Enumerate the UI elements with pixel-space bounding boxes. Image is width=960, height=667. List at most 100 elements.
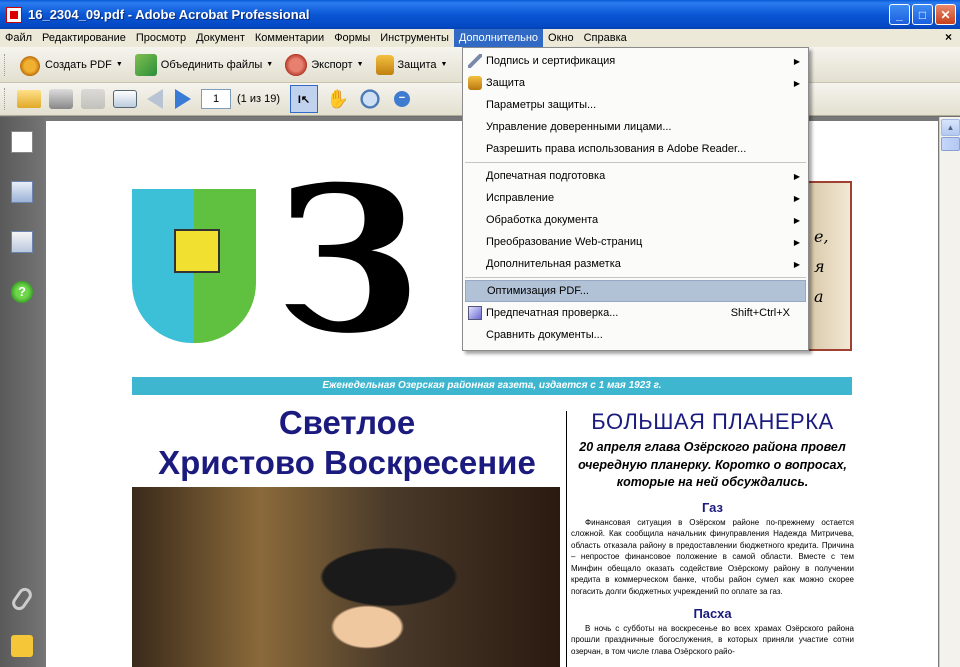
export-icon xyxy=(285,53,308,76)
zoom-out-icon[interactable]: − xyxy=(393,91,410,107)
submenu-arrow-icon: ▶ xyxy=(793,237,800,247)
create-pdf-button[interactable]: Создать PDF ▼ xyxy=(13,52,129,78)
signatures-icon[interactable] xyxy=(11,231,33,253)
menu-item-label: Обработка документа xyxy=(486,214,599,226)
create-pdf-icon xyxy=(19,53,41,76)
submenu-arrow-icon: ▶ xyxy=(793,215,800,225)
menu-file[interactable]: Файл xyxy=(0,29,37,47)
menu-item-optimize-pdf[interactable]: Оптимизация PDF... xyxy=(465,280,806,302)
toolbar-grip[interactable] xyxy=(4,88,7,110)
menu-item-label: Дополнительная разметка xyxy=(486,258,621,270)
menu-item-label: Преобразование Web-страниц xyxy=(486,236,643,248)
menu-item-reader-rights[interactable]: Разрешить права использования в Adobe Re… xyxy=(463,138,808,160)
submenu-arrow-icon: ▶ xyxy=(793,193,800,203)
section-gas-title: Газ xyxy=(701,499,724,515)
comments-icon[interactable] xyxy=(11,635,33,657)
menu-item-web-capture[interactable]: Преобразование Web-страниц ▶ xyxy=(463,231,808,253)
left-headline-line2: Христово Воскресение xyxy=(158,444,536,482)
menu-forms[interactable]: Формы xyxy=(329,29,375,47)
masthead-letter: З xyxy=(276,143,421,378)
right-column: БОЛЬШАЯ ПЛАНЕРКА 20 апреля глава Озёрско… xyxy=(571,409,854,657)
book-text-line: я xyxy=(814,257,825,276)
menu-advanced[interactable]: Дополнительно xyxy=(453,29,544,47)
export-label: Экспорт xyxy=(311,58,353,71)
menu-item-label: Параметры защиты... xyxy=(486,99,597,111)
submenu-arrow-icon: ▶ xyxy=(793,259,800,269)
menu-item-sign-certify[interactable]: Подпись и сертификация ▶ xyxy=(463,50,808,72)
menu-tools[interactable]: Инструменты xyxy=(375,29,454,47)
merge-files-icon xyxy=(134,53,157,76)
pen-icon xyxy=(468,54,482,68)
print-icon[interactable] xyxy=(49,89,73,109)
menu-document[interactable]: Документ xyxy=(191,29,250,47)
newspaper-banner: Еженедельная Озерская районная газета, и… xyxy=(132,377,852,395)
merge-files-label: Объединить файлы xyxy=(160,58,263,71)
left-headline: Светлое Христово Воскресение xyxy=(132,403,562,484)
submenu-arrow-icon: ▶ xyxy=(793,56,800,66)
save-icon[interactable] xyxy=(81,89,105,109)
pages-icon[interactable] xyxy=(11,131,33,153)
book-text-line: а xyxy=(814,287,824,306)
preflight-icon xyxy=(468,306,482,320)
menu-item-security-settings[interactable]: Параметры защиты... xyxy=(463,94,808,116)
menu-item-fix[interactable]: Исправление ▶ xyxy=(463,187,808,209)
menu-item-label: Допечатная подготовка xyxy=(486,170,606,182)
window-title: 16_2304_09.pdf - Adobe Acrobat Professio… xyxy=(28,7,310,22)
scroll-up-icon[interactable]: ▲ xyxy=(941,119,960,136)
menu-item-advanced-editing[interactable]: Дополнительная разметка ▶ xyxy=(463,253,808,275)
menu-item-label: Исправление xyxy=(486,192,555,204)
close-document-icon[interactable]: × xyxy=(945,30,952,44)
lock-icon xyxy=(375,54,394,75)
menu-item-label: Подпись и сертификация xyxy=(486,55,616,67)
window-controls: _ □ ✕ xyxy=(889,4,956,25)
left-headline-line1: Светлое xyxy=(278,404,416,441)
menu-item-print-production[interactable]: Допечатная подготовка ▶ xyxy=(463,165,808,187)
bookmarks-icon[interactable] xyxy=(11,181,33,203)
submenu-arrow-icon: ▶ xyxy=(793,78,800,88)
close-window-button[interactable]: ✕ xyxy=(935,4,956,25)
scroll-thumb[interactable] xyxy=(941,137,960,151)
previous-page-icon[interactable] xyxy=(147,89,163,109)
menu-view[interactable]: Просмотр xyxy=(131,29,191,47)
menu-separator xyxy=(465,277,806,278)
maximize-button[interactable]: □ xyxy=(912,4,933,25)
zoom-tool-icon[interactable] xyxy=(360,89,380,109)
menu-item-label: Предпечатная проверка... xyxy=(486,307,619,319)
right-headline: БОЛЬШАЯ ПЛАНЕРКА xyxy=(591,409,834,434)
page-number-input[interactable]: 1 xyxy=(201,89,231,109)
menu-item-label: Оптимизация PDF... xyxy=(487,285,589,297)
menu-item-compare-documents[interactable]: Сравнить документы... xyxy=(463,324,808,346)
menu-item-security[interactable]: Защита ▶ xyxy=(463,72,808,94)
merge-files-button[interactable]: Объединить файлы ▼ xyxy=(129,52,279,78)
menu-item-label: Управление доверенными лицами... xyxy=(486,121,672,133)
menu-item-label: Сравнить документы... xyxy=(486,329,603,341)
menu-help[interactable]: Справка xyxy=(579,29,632,47)
protect-button[interactable]: Защита ▼ xyxy=(370,52,454,78)
menu-separator xyxy=(465,162,806,163)
hand-tool-icon[interactable]: ✋ xyxy=(326,87,350,111)
next-page-icon[interactable] xyxy=(175,89,191,109)
email-icon[interactable] xyxy=(113,90,137,108)
open-folder-icon[interactable] xyxy=(17,90,41,108)
menu-item-document-processing[interactable]: Обработка документа ▶ xyxy=(463,209,808,231)
lock-icon xyxy=(468,76,482,90)
menu-comments[interactable]: Комментарии xyxy=(250,29,329,47)
chevron-down-icon: ▼ xyxy=(266,61,274,68)
select-tool-icon[interactable]: I↖ xyxy=(289,85,318,113)
section-gas-text: Финансовая ситуация в Озёрском районе по… xyxy=(571,517,854,597)
page-count: (1 из 19) xyxy=(237,93,280,105)
vertical-scrollbar[interactable]: ▲ xyxy=(939,117,960,667)
toolbar-grip[interactable] xyxy=(4,53,7,76)
export-button[interactable]: Экспорт ▼ xyxy=(279,52,369,78)
menu-item-trusted-identities[interactable]: Управление доверенными лицами... xyxy=(463,116,808,138)
menu-bar: Файл Редактирование Просмотр Документ Ко… xyxy=(0,29,960,47)
menu-edit[interactable]: Редактирование xyxy=(37,29,131,47)
help-icon[interactable]: ? xyxy=(11,281,33,303)
chevron-down-icon: ▼ xyxy=(115,61,123,68)
menu-window[interactable]: Окно xyxy=(543,29,579,47)
minimize-button[interactable]: _ xyxy=(889,4,910,25)
navigation-panel: ? xyxy=(0,117,44,667)
menu-item-preflight[interactable]: Предпечатная проверка... Shift+Ctrl+X xyxy=(463,302,808,324)
book-text-line: е, xyxy=(814,227,829,246)
attachments-icon[interactable] xyxy=(9,585,35,613)
